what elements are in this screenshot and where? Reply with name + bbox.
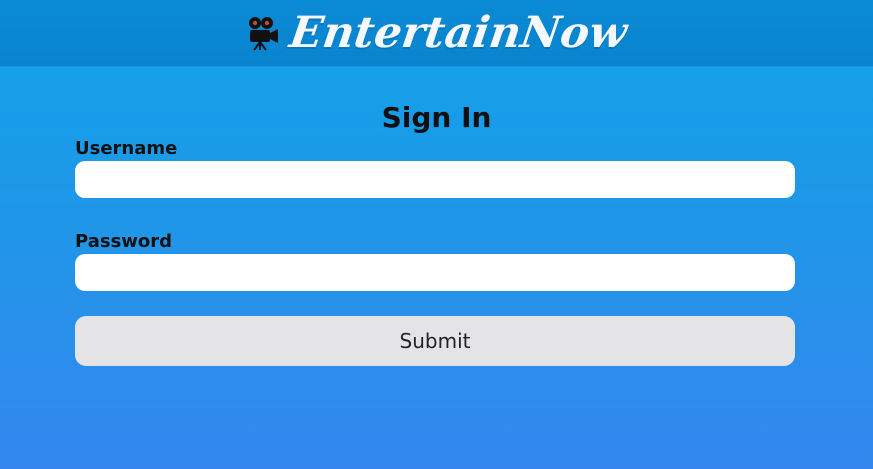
submit-button[interactable]: Submit — [75, 316, 795, 366]
app-header: EntertainNow — [0, 0, 873, 66]
sign-in-form: Username Password Submit — [75, 136, 795, 366]
brand-title: EntertainNow — [286, 7, 631, 58]
password-input[interactable] — [75, 254, 795, 291]
username-label: Username — [75, 138, 178, 159]
movie-camera-icon — [246, 15, 280, 51]
password-label: Password — [75, 231, 173, 252]
username-input[interactable] — [75, 161, 795, 198]
page-title: Sign In — [381, 100, 492, 134]
password-group: Password — [75, 229, 795, 291]
brand[interactable]: EntertainNow — [0, 0, 873, 66]
username-group: Username — [75, 136, 795, 198]
